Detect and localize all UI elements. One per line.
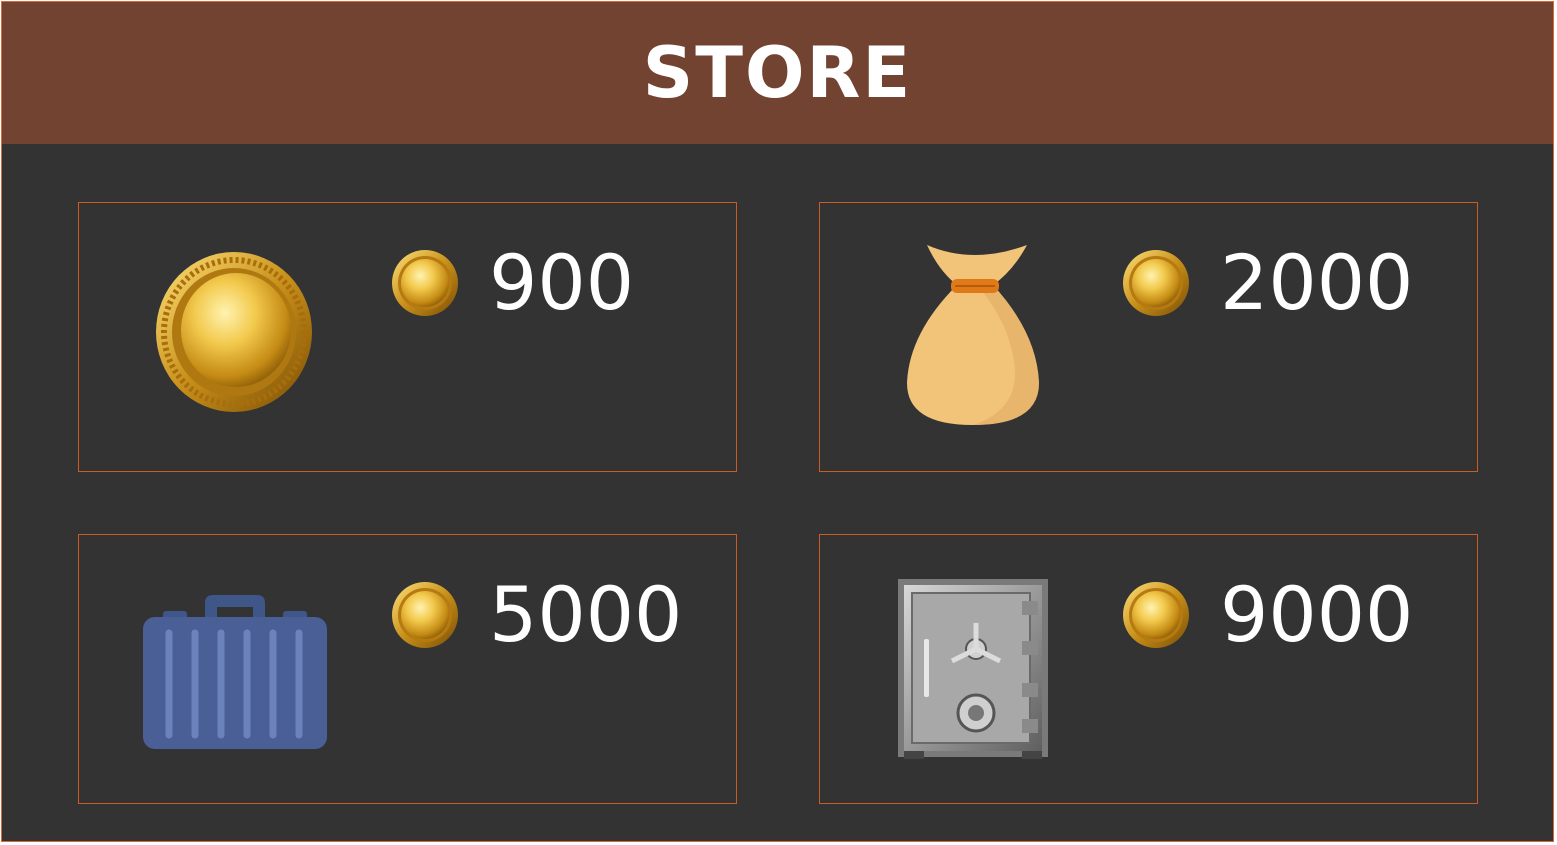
- price-tag: 2000: [1122, 245, 1413, 321]
- store-header: STORE: [2, 2, 1553, 144]
- price-value: 5000: [489, 570, 683, 659]
- price-tag: 9000: [1122, 577, 1413, 653]
- coin-currency-icon: [1122, 249, 1190, 317]
- safe-vault-icon: [898, 579, 1048, 759]
- store-item-coin[interactable]: 900: [78, 202, 737, 472]
- coin-currency-icon: [391, 581, 459, 649]
- briefcase-icon: [143, 595, 327, 749]
- price-value: 2000: [1220, 238, 1414, 327]
- store-item-money-bag[interactable]: 2000: [819, 202, 1478, 472]
- store-panel: STORE 900 2000 5000 9000: [1, 1, 1554, 842]
- store-title: STORE: [642, 32, 913, 114]
- coin-currency-icon: [1122, 581, 1190, 649]
- price-tag: 900: [391, 245, 634, 321]
- store-item-safe[interactable]: 9000: [819, 534, 1478, 804]
- price-value: 9000: [1220, 570, 1414, 659]
- coin-currency-icon: [391, 249, 459, 317]
- price-tag: 5000: [391, 577, 682, 653]
- store-item-briefcase[interactable]: 5000: [78, 534, 737, 804]
- gold-coin-icon: [156, 252, 312, 412]
- price-value: 900: [489, 238, 635, 327]
- money-bag-icon: [907, 245, 1039, 425]
